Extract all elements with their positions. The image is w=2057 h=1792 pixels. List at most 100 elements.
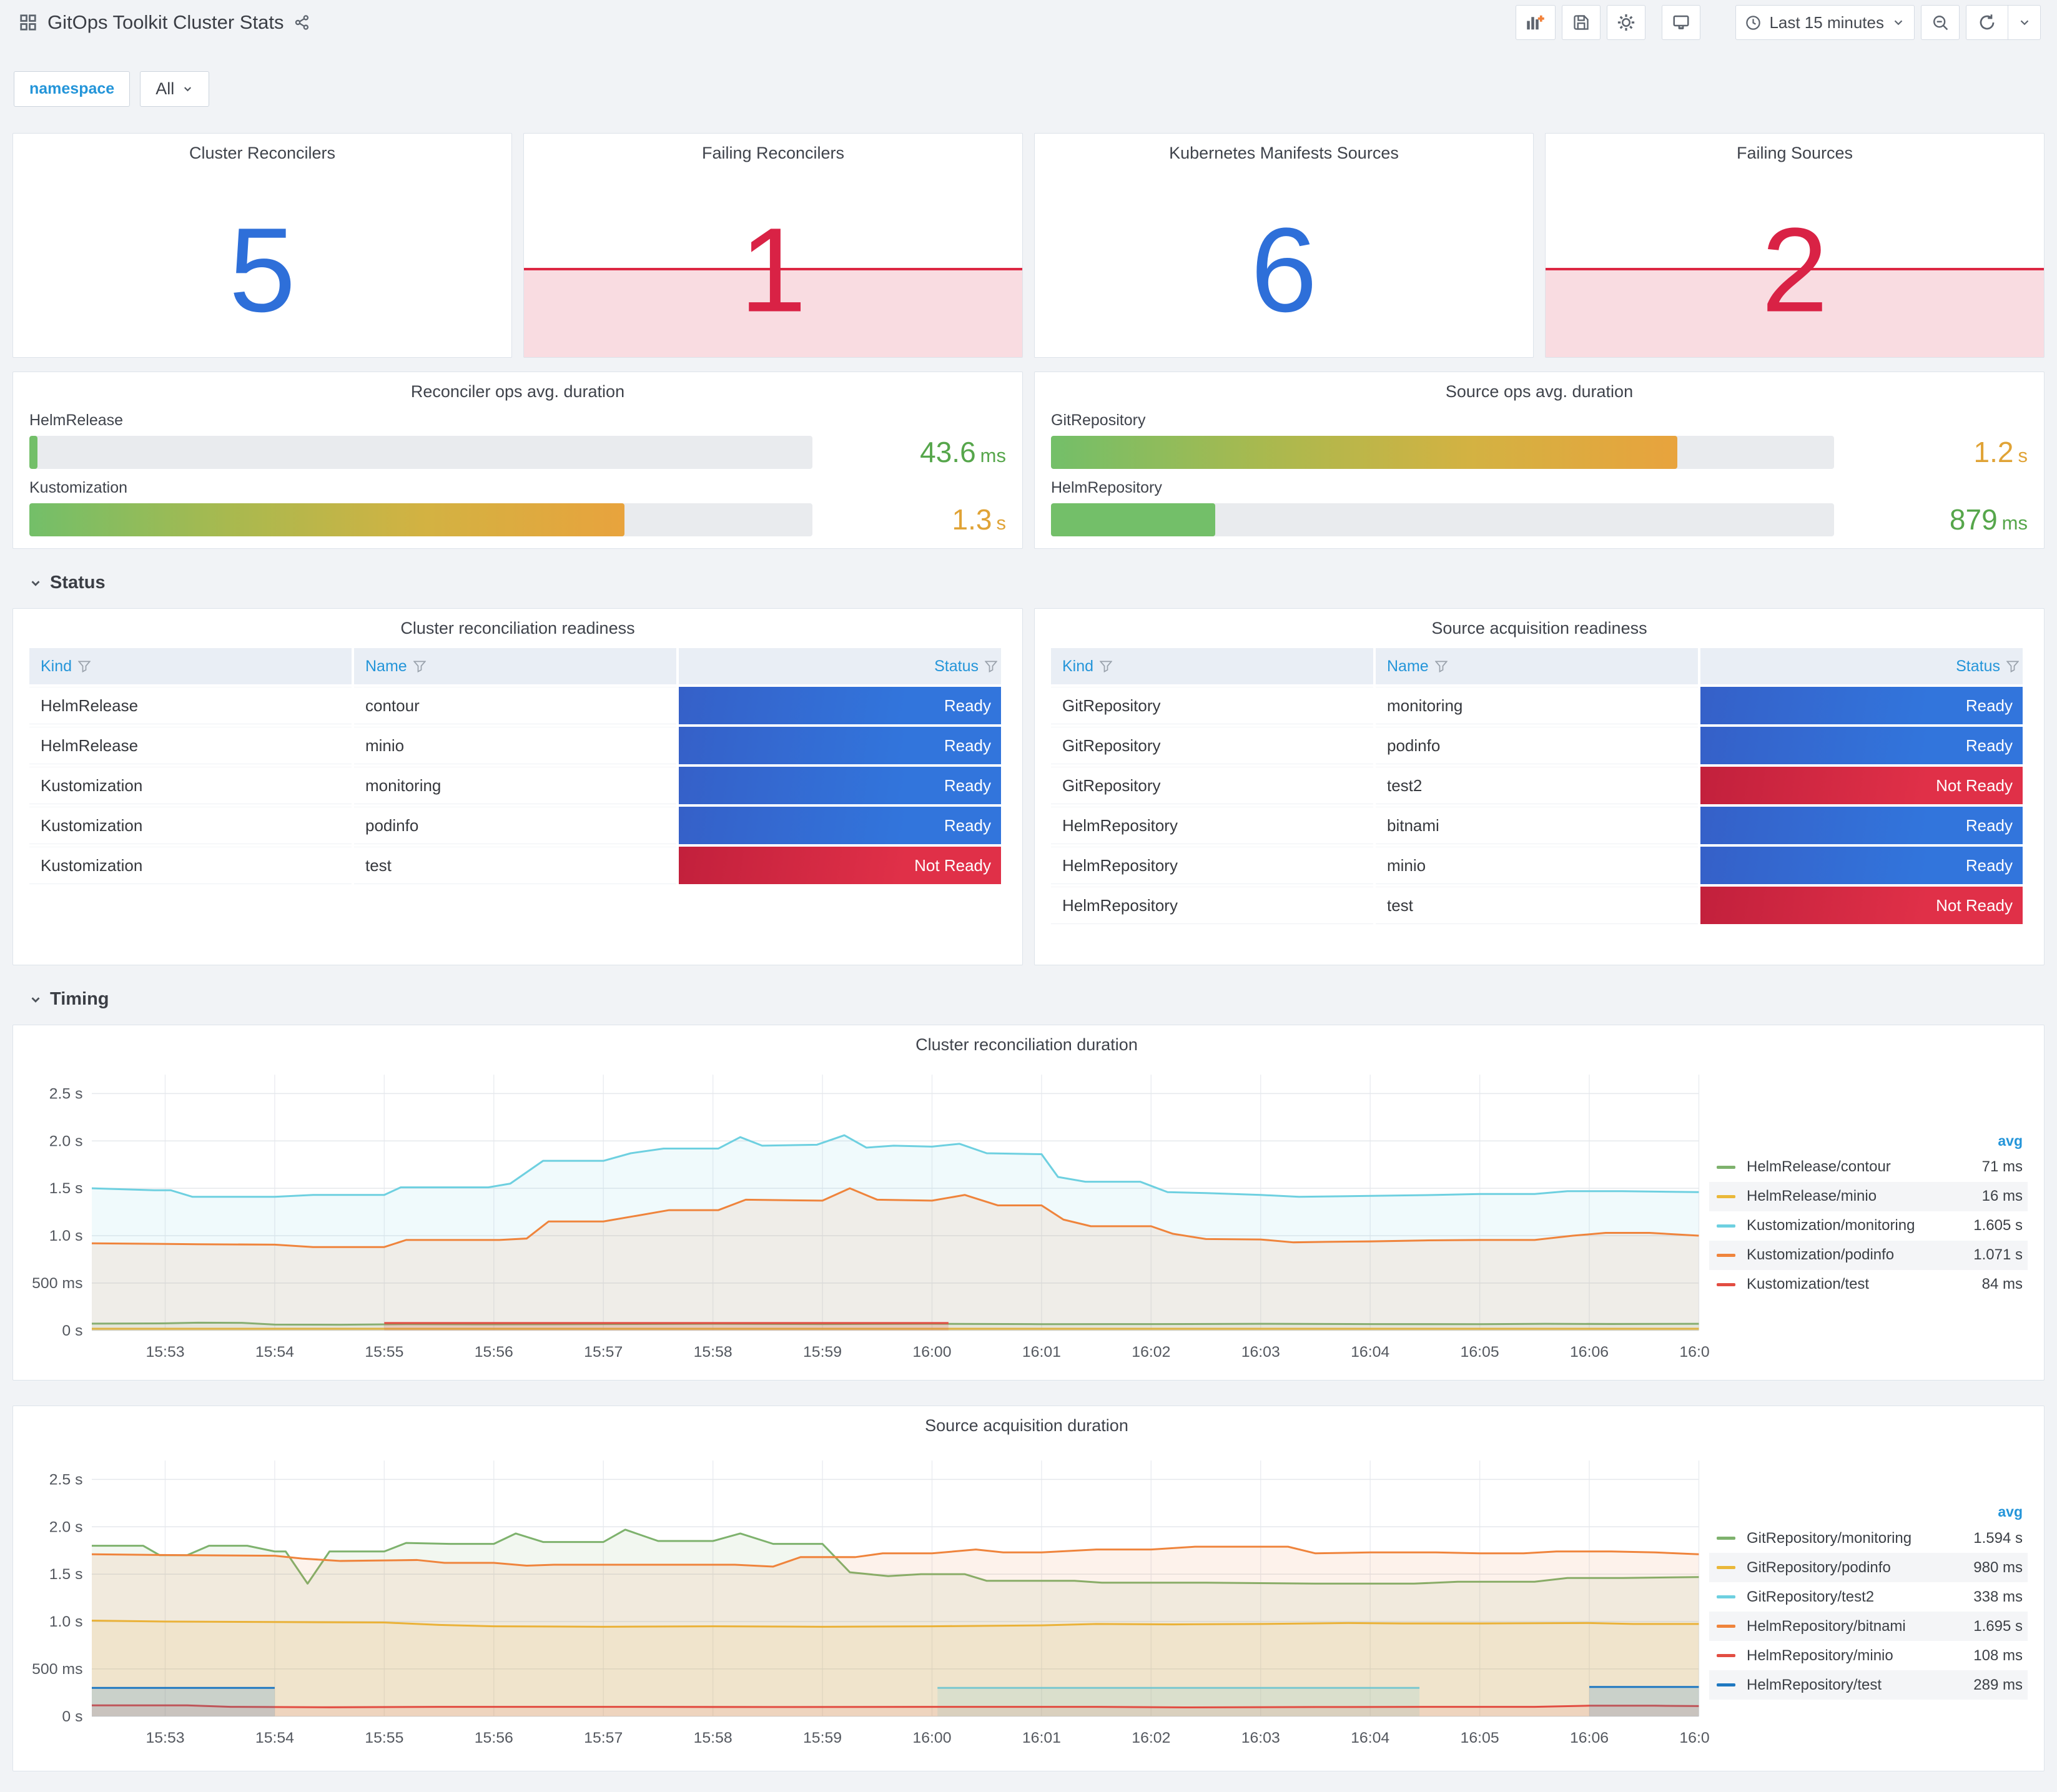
legend-series-name[interactable]: Kustomization/podinfo: [1747, 1246, 1973, 1264]
legend-series-name[interactable]: GitRepository/monitoring: [1747, 1530, 1973, 1547]
legend-avg-header[interactable]: avg: [1709, 1129, 2028, 1153]
filter-funnel-icon[interactable]: [2006, 661, 2019, 672]
variable-namespace-value-dropdown[interactable]: All: [140, 71, 210, 107]
legend-item-helmrelease-contour[interactable]: HelmRelease/contour 71 ms: [1709, 1153, 2028, 1182]
table-row: HelmRepository minio Ready: [1051, 847, 2023, 884]
dashboard-settings-button[interactable]: [1607, 5, 1646, 40]
filter-funnel-icon[interactable]: [78, 661, 91, 672]
cell-kind: GitRepository: [1051, 767, 1373, 804]
panel-title[interactable]: Source acquisition readiness: [1051, 609, 2028, 638]
zoom-out-button[interactable]: [1921, 5, 1960, 40]
filter-funnel-icon[interactable]: [1434, 661, 1448, 672]
cell-name: test: [354, 847, 676, 884]
svg-text:16:04: 16:04: [1351, 1344, 1389, 1361]
legend-avg-header[interactable]: avg: [1709, 1500, 2028, 1524]
gauge-label: HelmRepository: [1051, 479, 1162, 496]
svg-text:15:59: 15:59: [803, 1344, 842, 1361]
stats-row: Cluster Reconcilers 5 Failing Reconcilers 1…: [12, 133, 2045, 358]
save-dashboard-button[interactable]: [1562, 5, 1601, 40]
legend-avg-value: 1.695 s: [1973, 1617, 2023, 1635]
panel-title[interactable]: Source ops avg. duration: [1051, 372, 2028, 401]
series-color-dash: [1717, 1595, 1735, 1598]
gauge-fill: [29, 503, 625, 536]
legend-series-name[interactable]: HelmRelease/minio: [1747, 1188, 1982, 1205]
column-header-name[interactable]: Name: [1376, 648, 1698, 684]
svg-text:16:03: 16:03: [1241, 1344, 1280, 1361]
variable-namespace-label[interactable]: namespace: [14, 71, 131, 107]
svg-text:16:02: 16:02: [1132, 1344, 1170, 1361]
svg-text:15:59: 15:59: [803, 1730, 842, 1746]
gauge-track: [1051, 435, 1834, 469]
stat-body: 5: [13, 166, 511, 357]
dashboard-navbar: GitOps Toolkit Cluster Stats Last 15 min…: [0, 0, 2057, 41]
legend-item-gitrepository-podinfo[interactable]: GitRepository/podinfo 980 ms: [1709, 1553, 2028, 1582]
time-range-picker[interactable]: Last 15 minutes: [1735, 5, 1915, 40]
legend-item-helmrelease-minio[interactable]: HelmRelease/minio 16 ms: [1709, 1181, 2028, 1211]
panel-source-acquisition-duration: Source acquisition duration 15:53 15:54 15:…: [12, 1406, 2045, 1771]
legend-series-name[interactable]: GitRepository/test2: [1747, 1588, 1973, 1606]
legend-item-helmrepository-minio[interactable]: HelmRepository/minio 108 ms: [1709, 1641, 2028, 1670]
legend-item-gitrepository-monitoring[interactable]: GitRepository/monitoring 1.594 s: [1709, 1524, 2028, 1553]
filter-funnel-icon[interactable]: [413, 661, 426, 672]
refresh-button[interactable]: [1966, 6, 2008, 39]
column-header-name[interactable]: Name: [354, 648, 676, 684]
tv-mode-button[interactable]: [1662, 5, 1701, 40]
time-series-plot[interactable]: 15:53 15:54 15:55 15:56 15:57 15:58 15:59 16:00…: [17, 1449, 1709, 1750]
series-color-dash: [1717, 1224, 1735, 1228]
section-header-timing[interactable]: Timing: [29, 989, 2045, 1010]
legend-series-name[interactable]: HelmRepository/test: [1747, 1676, 1973, 1694]
legend-series-name[interactable]: HelmRelease/contour: [1747, 1158, 1982, 1176]
table-panel-source-acquisition-readiness: Source acquisition readiness Kind Name Stat…: [1034, 608, 2045, 965]
panel-title[interactable]: Source acquisition duration: [17, 1406, 2036, 1435]
status-badge: Ready: [679, 807, 1001, 844]
legend-item-kustomization-monitoring[interactable]: Kustomization/monitoring 1.605 s: [1709, 1211, 2028, 1241]
add-panel-button[interactable]: [1516, 5, 1556, 40]
section-header-status[interactable]: Status: [29, 573, 2045, 593]
cell-kind: HelmRepository: [1051, 887, 1373, 924]
variable-name: namespace: [29, 80, 115, 97]
legend-series-name[interactable]: Kustomization/test: [1747, 1276, 1982, 1293]
svg-text:15:56: 15:56: [475, 1730, 513, 1746]
svg-text:2.0 s: 2.0 s: [49, 1133, 83, 1150]
column-header-status[interactable]: Status: [1700, 648, 2023, 684]
panel-title[interactable]: Kubernetes Manifests Sources: [1035, 134, 1533, 163]
legend-item-helmrepository-test[interactable]: HelmRepository/test 289 ms: [1709, 1670, 2028, 1700]
dashboard-grid-icon[interactable]: [19, 13, 37, 32]
column-header-kind[interactable]: Kind: [29, 648, 352, 684]
bar-gauge-helmrepository: 879 ms: [1051, 503, 2028, 536]
filter-funnel-icon[interactable]: [985, 661, 997, 672]
legend-series-name[interactable]: GitRepository/podinfo: [1747, 1559, 1973, 1577]
svg-text:16:00: 16:00: [912, 1730, 951, 1746]
panel-title[interactable]: Failing Reconcilers: [524, 134, 1022, 163]
gauge-label: GitRepository: [1051, 411, 1146, 429]
cell-name: podinfo: [1376, 727, 1698, 764]
legend-item-kustomization-podinfo[interactable]: Kustomization/podinfo 1.071 s: [1709, 1240, 2028, 1270]
legend-item-kustomization-test[interactable]: Kustomization/test 84 ms: [1709, 1270, 2028, 1299]
cell-name: test2: [1376, 767, 1698, 804]
refresh-interval-dropdown[interactable]: [2008, 6, 2040, 39]
share-icon[interactable]: [294, 14, 311, 31]
cell-status: Ready: [1700, 727, 2023, 764]
gauge-value: 879 ms: [1949, 503, 2028, 536]
cell-status: Not Ready: [1700, 767, 2023, 804]
column-header-status[interactable]: Status: [679, 648, 1001, 684]
table-row: GitRepository podinfo Ready: [1051, 727, 2023, 764]
time-series-plot[interactable]: 15:53 15:54 15:55 15:56 15:57 15:58 15:59 16:00…: [17, 1063, 1709, 1364]
legend-item-gitrepository-test2[interactable]: GitRepository/test2 338 ms: [1709, 1582, 2028, 1612]
legend: avg GitRepository/monitoring 1.594 s GitRep…: [1709, 1500, 2036, 1700]
panel-title[interactable]: Failing Sources: [1546, 134, 2044, 163]
cell-status: Ready: [1700, 687, 2023, 724]
legend-series-name[interactable]: HelmRepository/minio: [1747, 1647, 1973, 1665]
legend-avg-value: 338 ms: [1973, 1588, 2023, 1605]
filter-funnel-icon[interactable]: [1100, 661, 1113, 672]
legend-item-helmrepository-bitnami[interactable]: HelmRepository/bitnami 1.695 s: [1709, 1612, 2028, 1641]
panel-title[interactable]: Cluster reconciliation readiness: [29, 609, 1006, 638]
column-header-kind[interactable]: Kind: [1051, 648, 1373, 684]
panel-title[interactable]: Reconciler ops avg. duration: [29, 372, 1006, 401]
legend-series-name[interactable]: Kustomization/monitoring: [1747, 1217, 1973, 1234]
panel-title[interactable]: Cluster Reconcilers: [13, 134, 511, 163]
table-row: GitRepository test2 Not Ready: [1051, 767, 2023, 804]
legend-series-name[interactable]: HelmRepository/bitnami: [1747, 1618, 1973, 1635]
table-header-row: Kind Name Status: [29, 648, 1001, 684]
panel-title[interactable]: Cluster reconciliation duration: [17, 1025, 2036, 1055]
